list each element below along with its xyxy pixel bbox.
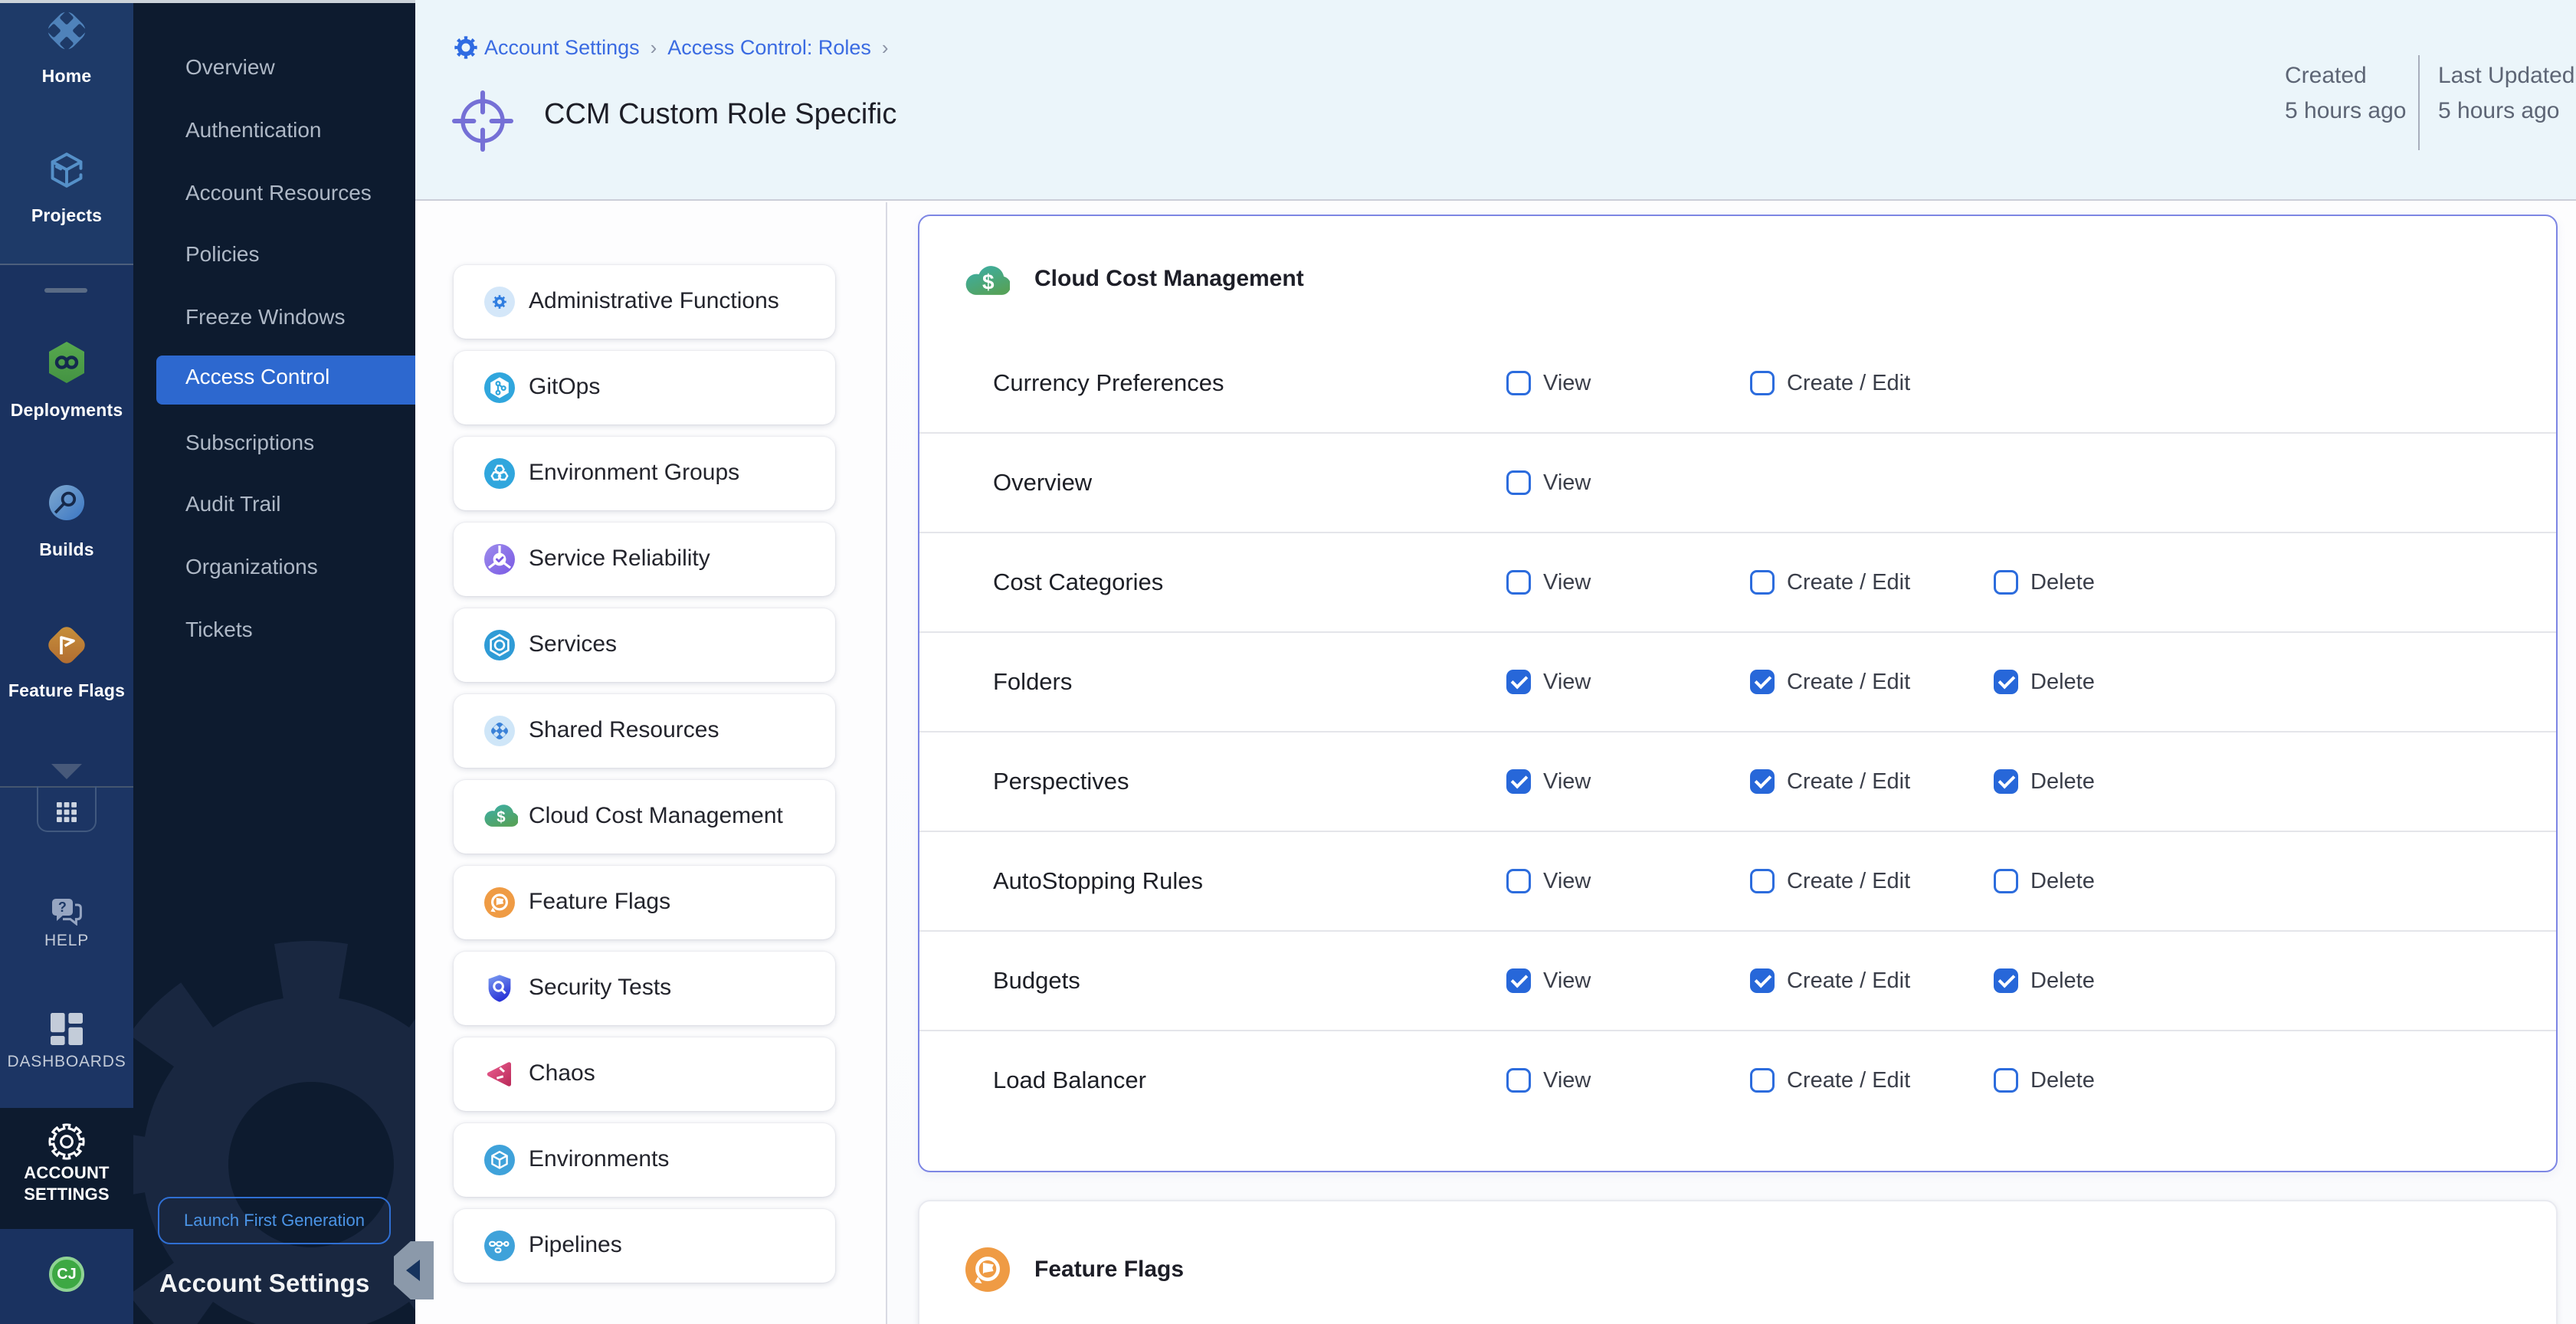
svg-text:?: ?	[58, 900, 67, 915]
svg-text:$: $	[497, 809, 506, 826]
svg-text:$: $	[982, 270, 995, 293]
